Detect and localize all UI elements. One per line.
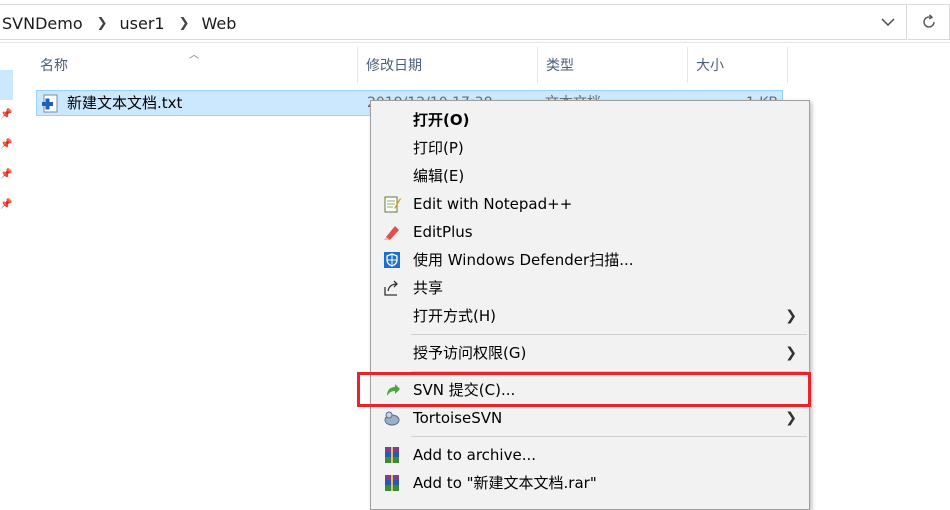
pin-icon: 📌 (0, 199, 13, 210)
refresh-icon (922, 14, 935, 28)
menu-item-share[interactable]: 共享 (371, 274, 809, 302)
chevron-down-icon (881, 18, 895, 26)
pin-icon: 📌 (0, 109, 13, 120)
breadcrumb-item-svndemo[interactable]: SVNDemo (2, 14, 89, 33)
chevron-right-icon[interactable]: ❯ (89, 16, 120, 31)
menu-item-add-to-rar[interactable]: Add to "新建文本文档.rar" (371, 469, 809, 497)
breadcrumb-item-web[interactable]: Web (202, 14, 243, 33)
menu-separator (411, 436, 807, 437)
menu-item-label: Add to archive... (413, 446, 536, 464)
menu-item-label: Edit with Notepad++ (413, 195, 573, 213)
menu-item-label: TortoiseSVN (413, 409, 503, 427)
refresh-button[interactable] (908, 4, 950, 40)
menu-item-label: 共享 (413, 279, 444, 297)
menu-item-windows-defender-scan[interactable]: 使用 Windows Defender扫描... (371, 246, 809, 274)
column-type[interactable]: 类型 (538, 43, 688, 89)
column-divider[interactable] (787, 47, 788, 83)
file-name: 新建文本文档.txt (67, 94, 183, 112)
menu-item-open[interactable]: 打开(O) (371, 106, 809, 134)
chevron-right-icon: ❯ (785, 345, 797, 361)
menu-item-label: 编辑(E) (413, 167, 465, 185)
menu-item-grant-access[interactable]: 授予访问权限(G) ❯ (371, 339, 809, 367)
svn-modified-file-icon (42, 94, 58, 113)
share-icon (384, 280, 398, 296)
address-dropdown-button[interactable] (870, 5, 906, 39)
menu-item-label: 打印(P) (413, 139, 464, 157)
menu-separator (411, 334, 807, 335)
column-header: 名称 修改日期 类型 大小 (16, 43, 950, 89)
menu-item-label: 使用 Windows Defender扫描... (413, 251, 634, 269)
menu-item-label: 打开(O) (413, 111, 470, 129)
menu-item-label: EditPlus (413, 223, 473, 241)
tortoisesvn-icon (384, 411, 400, 426)
menu-item-edit[interactable]: 编辑(E) (371, 162, 809, 190)
annotation-highlight-box (357, 372, 811, 407)
winrar-icon (385, 447, 399, 463)
menu-item-add-to-archive[interactable]: Add to archive... (371, 441, 809, 469)
nav-selected-item[interactable] (0, 70, 13, 100)
navigation-pane: 📌 📌 📌 📌 (0, 43, 16, 497)
windows-defender-icon (384, 252, 400, 268)
menu-item-label: Add to "新建文本文档.rar" (413, 474, 597, 492)
menu-item-print[interactable]: 打印(P) (371, 134, 809, 162)
chevron-right-icon: ❯ (785, 308, 797, 324)
editplus-icon (384, 226, 399, 240)
menu-item-edit-with-notepad-plus-plus[interactable]: Edit with Notepad++ (371, 190, 809, 218)
menu-item-label: 授予访问权限(G) (413, 344, 527, 362)
pin-icon: 📌 (0, 169, 13, 180)
context-menu: 打开(O) 打印(P) 编辑(E) Edit with Notepad++ Ed… (370, 100, 810, 510)
menu-item-editplus[interactable]: EditPlus (371, 218, 809, 246)
chevron-right-icon: ❯ (785, 410, 797, 426)
chevron-right-icon[interactable]: ❯ (171, 16, 202, 31)
pin-icon: 📌 (0, 139, 13, 150)
menu-item-label: 打开方式(H) (413, 307, 496, 325)
winrar-icon (385, 475, 399, 491)
column-date-modified[interactable]: 修改日期 (358, 43, 538, 89)
breadcrumb[interactable]: SVNDemo ❯ user1 ❯ Web (0, 4, 907, 40)
breadcrumb-item-user1[interactable]: user1 (120, 14, 171, 33)
notepad-plus-plus-icon (384, 196, 401, 213)
sort-ascending-icon: ︿ (189, 50, 199, 61)
menu-item-open-with[interactable]: 打开方式(H) ❯ (371, 302, 809, 330)
column-size[interactable]: 大小 (688, 43, 788, 89)
menu-item-tortoisesvn[interactable]: TortoiseSVN ❯ (371, 404, 809, 432)
address-bar: SVNDemo ❯ user1 ❯ Web (0, 0, 950, 43)
